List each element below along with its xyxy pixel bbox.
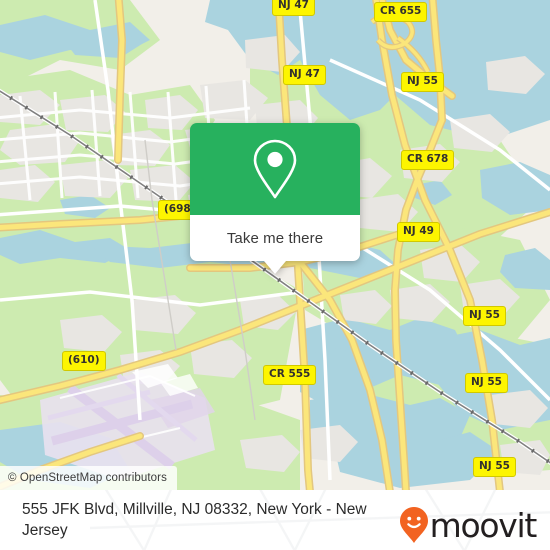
road-shield: CR 655: [374, 2, 428, 22]
popup-pointer: [264, 261, 286, 274]
road-shield: (610): [62, 351, 106, 371]
attribution-text: © OpenStreetMap contributors: [8, 472, 167, 484]
location-popup-card[interactable]: Take me there: [190, 123, 360, 274]
road-shield: NJ 55: [465, 373, 508, 393]
popup-header: [190, 123, 360, 215]
road-shield: NJ 55: [401, 72, 444, 92]
address-text: 555 JFK Blvd, Millville, NJ 08332, New Y…: [22, 501, 367, 539]
popup-action-bar[interactable]: Take me there: [190, 215, 360, 261]
take-me-there-label: Take me there: [226, 229, 324, 247]
road-shield: NJ 49: [397, 222, 440, 242]
road-shield: NJ 55: [463, 306, 506, 326]
road-shield: CR 678: [401, 150, 455, 170]
road-shield: CR 555: [263, 365, 317, 385]
osm-attribution[interactable]: © OpenStreetMap contributors: [0, 466, 177, 490]
footer-bar: 555 JFK Blvd, Millville, NJ 08332, New Y…: [0, 490, 550, 550]
map-pin-icon: [253, 139, 297, 199]
moovit-wordmark: moovit: [429, 505, 538, 545]
map-screenshot: NJ 47 CR 655 NJ 47 NJ 55 CR 678 (698) NJ 49 NJ …: [0, 0, 550, 550]
road-shield: NJ 55: [473, 457, 516, 477]
moovit-logo[interactable]: moovit: [399, 505, 538, 545]
road-shield: NJ 47: [272, 0, 315, 16]
moovit-pin-smiley-icon: [399, 507, 428, 543]
road-shield: NJ 47: [283, 65, 326, 85]
